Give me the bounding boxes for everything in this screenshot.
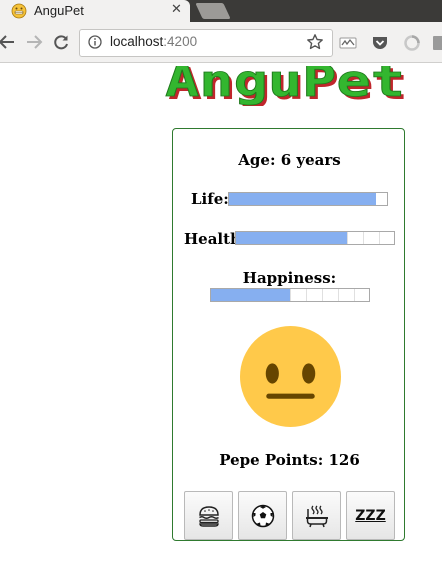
back-arrow-icon[interactable] xyxy=(0,32,17,52)
age-text: Age: 6 years xyxy=(238,151,341,169)
extension-icon[interactable] xyxy=(433,34,442,52)
info-icon[interactable] xyxy=(88,35,102,49)
forward-arrow-icon[interactable] xyxy=(24,32,44,52)
svg-text:AnguPet: AnguPet xyxy=(165,66,405,106)
url-text: localhost:4200 xyxy=(110,34,198,49)
tab-title: AnguPet xyxy=(34,3,84,18)
happiness-bar xyxy=(210,288,370,302)
pet-card: Age: 6 years Life: Health: Happiness: Pe… xyxy=(172,128,405,541)
feed-button[interactable] xyxy=(184,491,233,540)
address-bar[interactable]: localhost:4200 xyxy=(79,29,333,57)
play-button[interactable] xyxy=(238,491,287,540)
sleep-button[interactable]: ZZZ xyxy=(346,491,395,540)
extension-monitor-icon[interactable] xyxy=(339,34,357,52)
reload-icon[interactable] xyxy=(51,32,71,52)
life-bar xyxy=(228,192,388,206)
sleep-icon: ZZZ xyxy=(355,507,386,524)
health-bar-fill xyxy=(236,232,347,244)
health-bar xyxy=(235,231,395,245)
browser-toolbar: localhost:4200 xyxy=(0,22,442,63)
browser-tab-strip: AnguPet ✕ xyxy=(0,0,442,22)
life-bar-fill xyxy=(229,193,376,205)
burger-icon xyxy=(198,505,219,527)
bath-button[interactable] xyxy=(292,491,341,540)
soccer-ball-icon xyxy=(251,504,274,527)
angupet-logo: AnguPet AnguPet xyxy=(165,66,408,106)
bookmark-star-icon[interactable] xyxy=(306,33,324,51)
favicon-icon xyxy=(11,3,27,19)
happiness-label: Happiness: xyxy=(242,269,337,287)
sync-extension-icon[interactable] xyxy=(403,34,421,52)
new-tab-button[interactable] xyxy=(195,3,231,19)
life-label: Life: xyxy=(191,190,229,208)
browser-tab[interactable]: AnguPet ✕ xyxy=(0,0,190,22)
close-tab-icon[interactable]: ✕ xyxy=(171,2,182,17)
bathtub-icon xyxy=(305,505,328,527)
pepe-points: Pepe Points: 126 xyxy=(219,451,360,469)
pocket-icon[interactable] xyxy=(371,34,389,52)
happiness-bar-fill xyxy=(211,289,290,301)
neutral-face-icon xyxy=(240,326,341,427)
